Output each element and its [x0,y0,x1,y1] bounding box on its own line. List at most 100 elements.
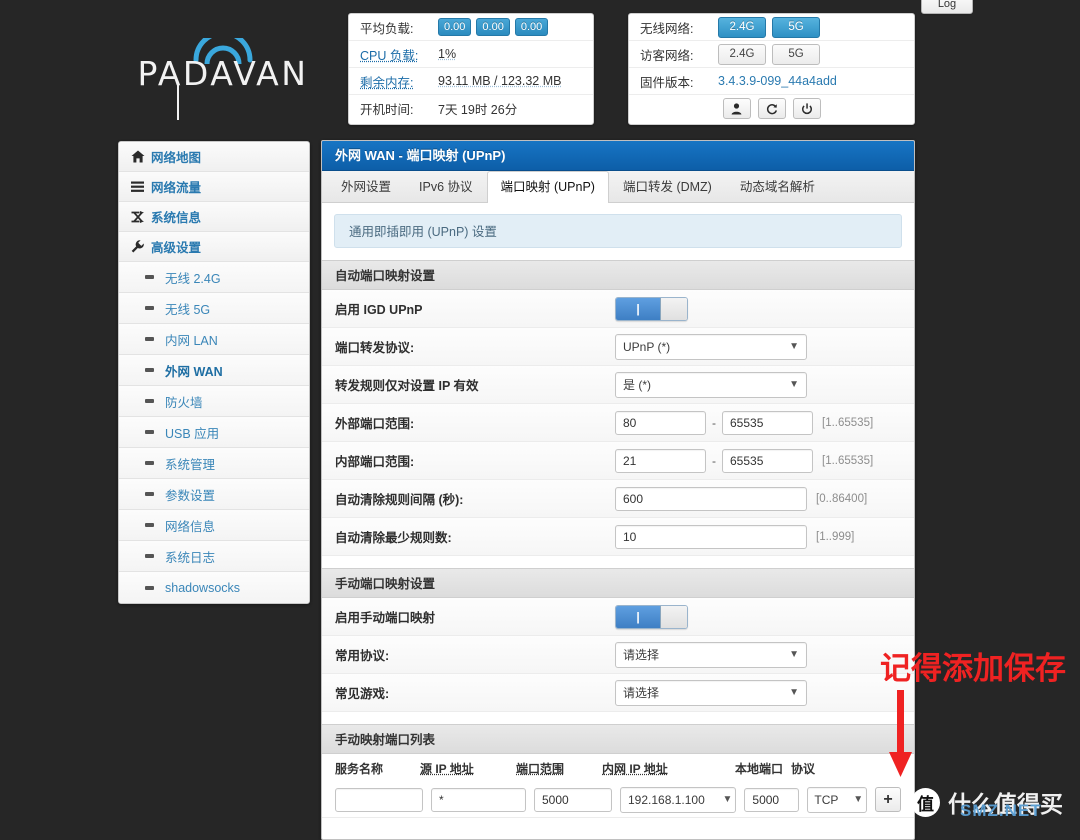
tab-ipv6[interactable]: IPv6 协议 [405,171,487,202]
sidebar-item-usb[interactable]: USB 应用 [119,417,309,448]
col-source-ip: 源 IP 地址 [420,761,474,776]
cpu-load-value: 1% [438,47,457,61]
dash-icon [145,306,154,310]
port-range-input[interactable] [534,787,612,812]
sidebar-item-label: 网络流量 [151,181,202,195]
sidebar-nav: 网络地图 网络流量 系统信息 高级设置 无线 2.4G 无线 5G 内网 LAN… [118,141,310,604]
clean-min-rules-hint: [1..999] [816,530,855,543]
sidebar-item-label: 内网 LAN [165,333,218,348]
rule-ip-only-value: 是 (*) [623,377,651,392]
igd-upnp-toggle[interactable]: | [615,296,688,321]
external-port-range-hint: [1..65535] [822,416,874,429]
wireless-5g-button[interactable]: 5G [772,16,820,38]
lan-ip-value: 192.168.1.100 [628,792,705,807]
log-button[interactable]: Log [921,0,973,14]
status-row-firmware: 固件版本: 3.4.3.9-099_44a4add [629,68,914,95]
cpu-load-label[interactable]: CPU 负载: [360,45,438,64]
local-port-input[interactable] [744,787,800,812]
tab-wan-settings[interactable]: 外网设置 [327,171,405,202]
sidebar-item-wireless-5g[interactable]: 无线 5G [119,293,309,324]
sidebar-item-shadowsocks[interactable]: shadowsocks [119,572,309,603]
common-game-select[interactable]: 请选择 ▼ [615,679,807,706]
shuffle-icon [131,210,151,223]
dash-icon [145,554,154,558]
section-auto-portmap: 自动端口映射设置 [322,260,914,290]
annotation-text: 记得添加保存 [880,651,1066,687]
add-rule-button[interactable]: + [875,787,901,812]
padavan-logo: PADAVAN [123,30,323,120]
watermark-subtext: SMZ.NET [960,801,1042,820]
dash-icon [145,461,154,465]
status-row-cpu: CPU 负载: 1% [349,41,593,68]
sidebar-item-label: 网络信息 [165,519,216,534]
sidebar-item-network-map[interactable]: 网络地图 [119,142,309,172]
row-rule-ip-only: 转发规则仅对设置 IP 有效 是 (*) ▼ [322,366,914,404]
sidebar-item-lan[interactable]: 内网 LAN [119,324,309,355]
user-icon[interactable] [722,98,751,119]
chevron-down-icon: ▼ [722,793,733,805]
forward-protocol-select[interactable]: UPnP (*) ▼ [615,333,807,360]
sidebar-item-firewall[interactable]: 防火墙 [119,386,309,417]
forward-protocol-value: UPnP (*) [623,339,671,354]
sidebar-item-wireless-24g[interactable]: 无线 2.4G [119,262,309,293]
clean-min-rules-input[interactable] [615,524,807,549]
clean-interval-input[interactable] [615,486,807,511]
sidebar-item-label: 参数设置 [165,488,216,503]
wireless-24g-button[interactable]: 2.4G [718,16,766,38]
sidebar-item-label: 系统信息 [151,211,202,225]
section-manual-port-list: 手动映射端口列表 [322,724,914,754]
rule-ip-only-select[interactable]: 是 (*) ▼ [615,371,807,398]
annotation-arrow-icon [888,690,914,781]
tab-ddns[interactable]: 动态域名解析 [726,171,829,202]
guest-5g-button[interactable]: 5G [772,43,820,65]
sidebar-item-network-traffic[interactable]: 网络流量 [119,172,309,202]
sidebar-item-parameters[interactable]: 参数设置 [119,479,309,510]
sidebar-item-wan[interactable]: 外网 WAN [119,355,309,386]
dash-icon [145,399,154,403]
sidebar-item-label: shadowsocks [165,580,241,595]
common-protocol-value: 请选择 [623,647,660,662]
refresh-icon[interactable] [757,98,786,119]
toggle-off-segment [661,605,687,628]
chevron-down-icon: ▼ [789,648,799,660]
sidebar-item-system-info[interactable]: 系统信息 [119,202,309,232]
tab-upnp[interactable]: 端口映射 (UPnP) [486,171,609,203]
firmware-version: 3.4.3.9-099_44a4add [718,74,837,88]
tab-dmz[interactable]: 端口转发 (DMZ) [609,171,726,202]
internal-port-range-hint: [1..65535] [822,454,874,467]
external-port-to-input[interactable] [722,410,813,435]
uptime-label: 开机时间: [360,103,414,117]
source-ip-input[interactable] [431,787,526,812]
status-row-uptime: 开机时间: 7天 19时 26分 [349,95,593,122]
row-common-protocol: 常用协议: 请选择 ▼ [322,636,914,674]
sidebar-item-system-admin[interactable]: 系统管理 [119,448,309,479]
guest-24g-button[interactable]: 2.4G [718,43,766,65]
clean-min-rules-label: 自动清除最少规则数: [335,531,452,545]
service-name-input[interactable] [335,787,423,812]
row-clean-min-rules: 自动清除最少规则数: [1..999] [322,518,914,556]
common-protocol-select[interactable]: 请选择 ▼ [615,641,807,668]
logo-text: PADAVAN [137,54,309,93]
row-external-port-range: 外部端口范围: - [1..65535] [322,404,914,442]
protocol-value: TCP [814,792,839,807]
lan-ip-select[interactable]: 192.168.1.100 ▼ [620,786,737,813]
protocol-select[interactable]: TCP ▼ [807,786,868,813]
igd-upnp-label: 启用 IGD UPnP [335,303,423,317]
manual-portmap-toggle[interactable]: | [615,604,688,629]
row-enable-manual-portmap: 启用手动端口映射 | [322,598,914,636]
port-table-header: 服务名称 源 IP 地址 端口范围 内网 IP 地址 本地端口 协议 [322,754,914,782]
free-memory-value: 93.11 MB / 123.32 MB [438,74,562,88]
external-port-from-input[interactable] [615,410,706,435]
clean-interval-label: 自动清除规则间隔 (秒): [335,493,464,507]
power-icon[interactable] [792,98,821,119]
sidebar-item-system-log[interactable]: 系统日志 [119,541,309,572]
common-game-label: 常见游戏: [335,687,390,701]
free-memory-label[interactable]: 剩余内存: [360,72,438,91]
logo-descender [177,84,179,120]
external-port-range-label: 外部端口范围: [335,417,415,431]
sidebar-item-advanced-settings[interactable]: 高级设置 [119,232,309,262]
col-local-port: 本地端口 [735,761,784,776]
internal-port-to-input[interactable] [722,448,813,473]
internal-port-from-input[interactable] [615,448,706,473]
sidebar-item-network-info[interactable]: 网络信息 [119,510,309,541]
